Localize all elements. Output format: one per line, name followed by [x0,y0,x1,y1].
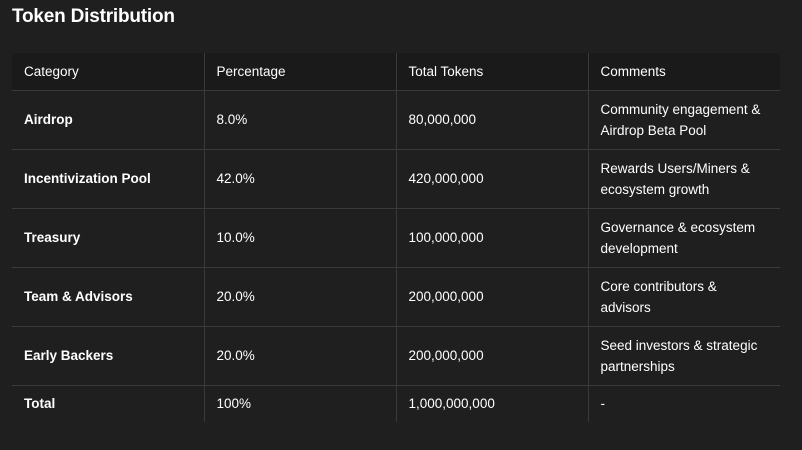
token-distribution-table: Category Percentage Total Tokens Comment… [12,53,780,422]
cell-category: Early Backers [12,326,205,386]
table-row: Treasury 10.0% 100,000,000 Governance & … [12,208,780,268]
cell-comments: Rewards Users/Miners & ecosystem growth [588,149,780,209]
table-row: Incentivization Pool 42.0% 420,000,000 R… [12,149,780,209]
cell-percentage: 100% [204,385,397,422]
cell-comments: - [600,396,606,412]
cell-tokens: 200,000,000 [396,267,589,327]
cell-tokens: 420,000,000 [396,149,589,209]
cell-comments: Core contributors & advisors [588,267,780,327]
header-total-tokens: Total Tokens [396,53,589,91]
cell-tokens: 1,000,000,000 [396,385,589,422]
cell-tokens: 200,000,000 [396,326,589,386]
table-row: Airdrop 8.0% 80,000,000 Community engage… [12,90,780,150]
cell-percentage: 20.0% [204,267,397,327]
cell-tokens: 100,000,000 [396,208,589,268]
header-comments: Comments [588,53,780,91]
cell-category: Incentivization Pool [12,149,205,209]
header-percentage: Percentage [204,53,397,91]
cell-comments: Community engagement & Airdrop Beta Pool [588,90,780,150]
table-row: Early Backers 20.0% 200,000,000 Seed inv… [12,326,780,386]
page-title: Token Distribution [12,6,175,27]
cell-percentage: 42.0% [204,149,397,209]
cell-percentage: 10.0% [204,208,397,268]
table-row: Team & Advisors 20.0% 200,000,000 Core c… [12,267,780,327]
cell-comments: Seed investors & strategic partnerships [588,326,780,386]
cell-category: Total [12,385,205,422]
cell-category: Treasury [12,208,205,268]
table-header-row: Category Percentage Total Tokens Comment… [12,53,780,91]
cell-comments: Governance & ecosystem development [588,208,780,268]
table-row-total: Total 100% 1,000,000,000 - [12,385,780,422]
cell-tokens: 80,000,000 [396,90,589,150]
cell-category: Team & Advisors [12,267,205,327]
cell-percentage: 8.0% [204,90,397,150]
header-category: Category [12,53,205,91]
cell-category: Airdrop [12,90,205,150]
cell-percentage: 20.0% [204,326,397,386]
